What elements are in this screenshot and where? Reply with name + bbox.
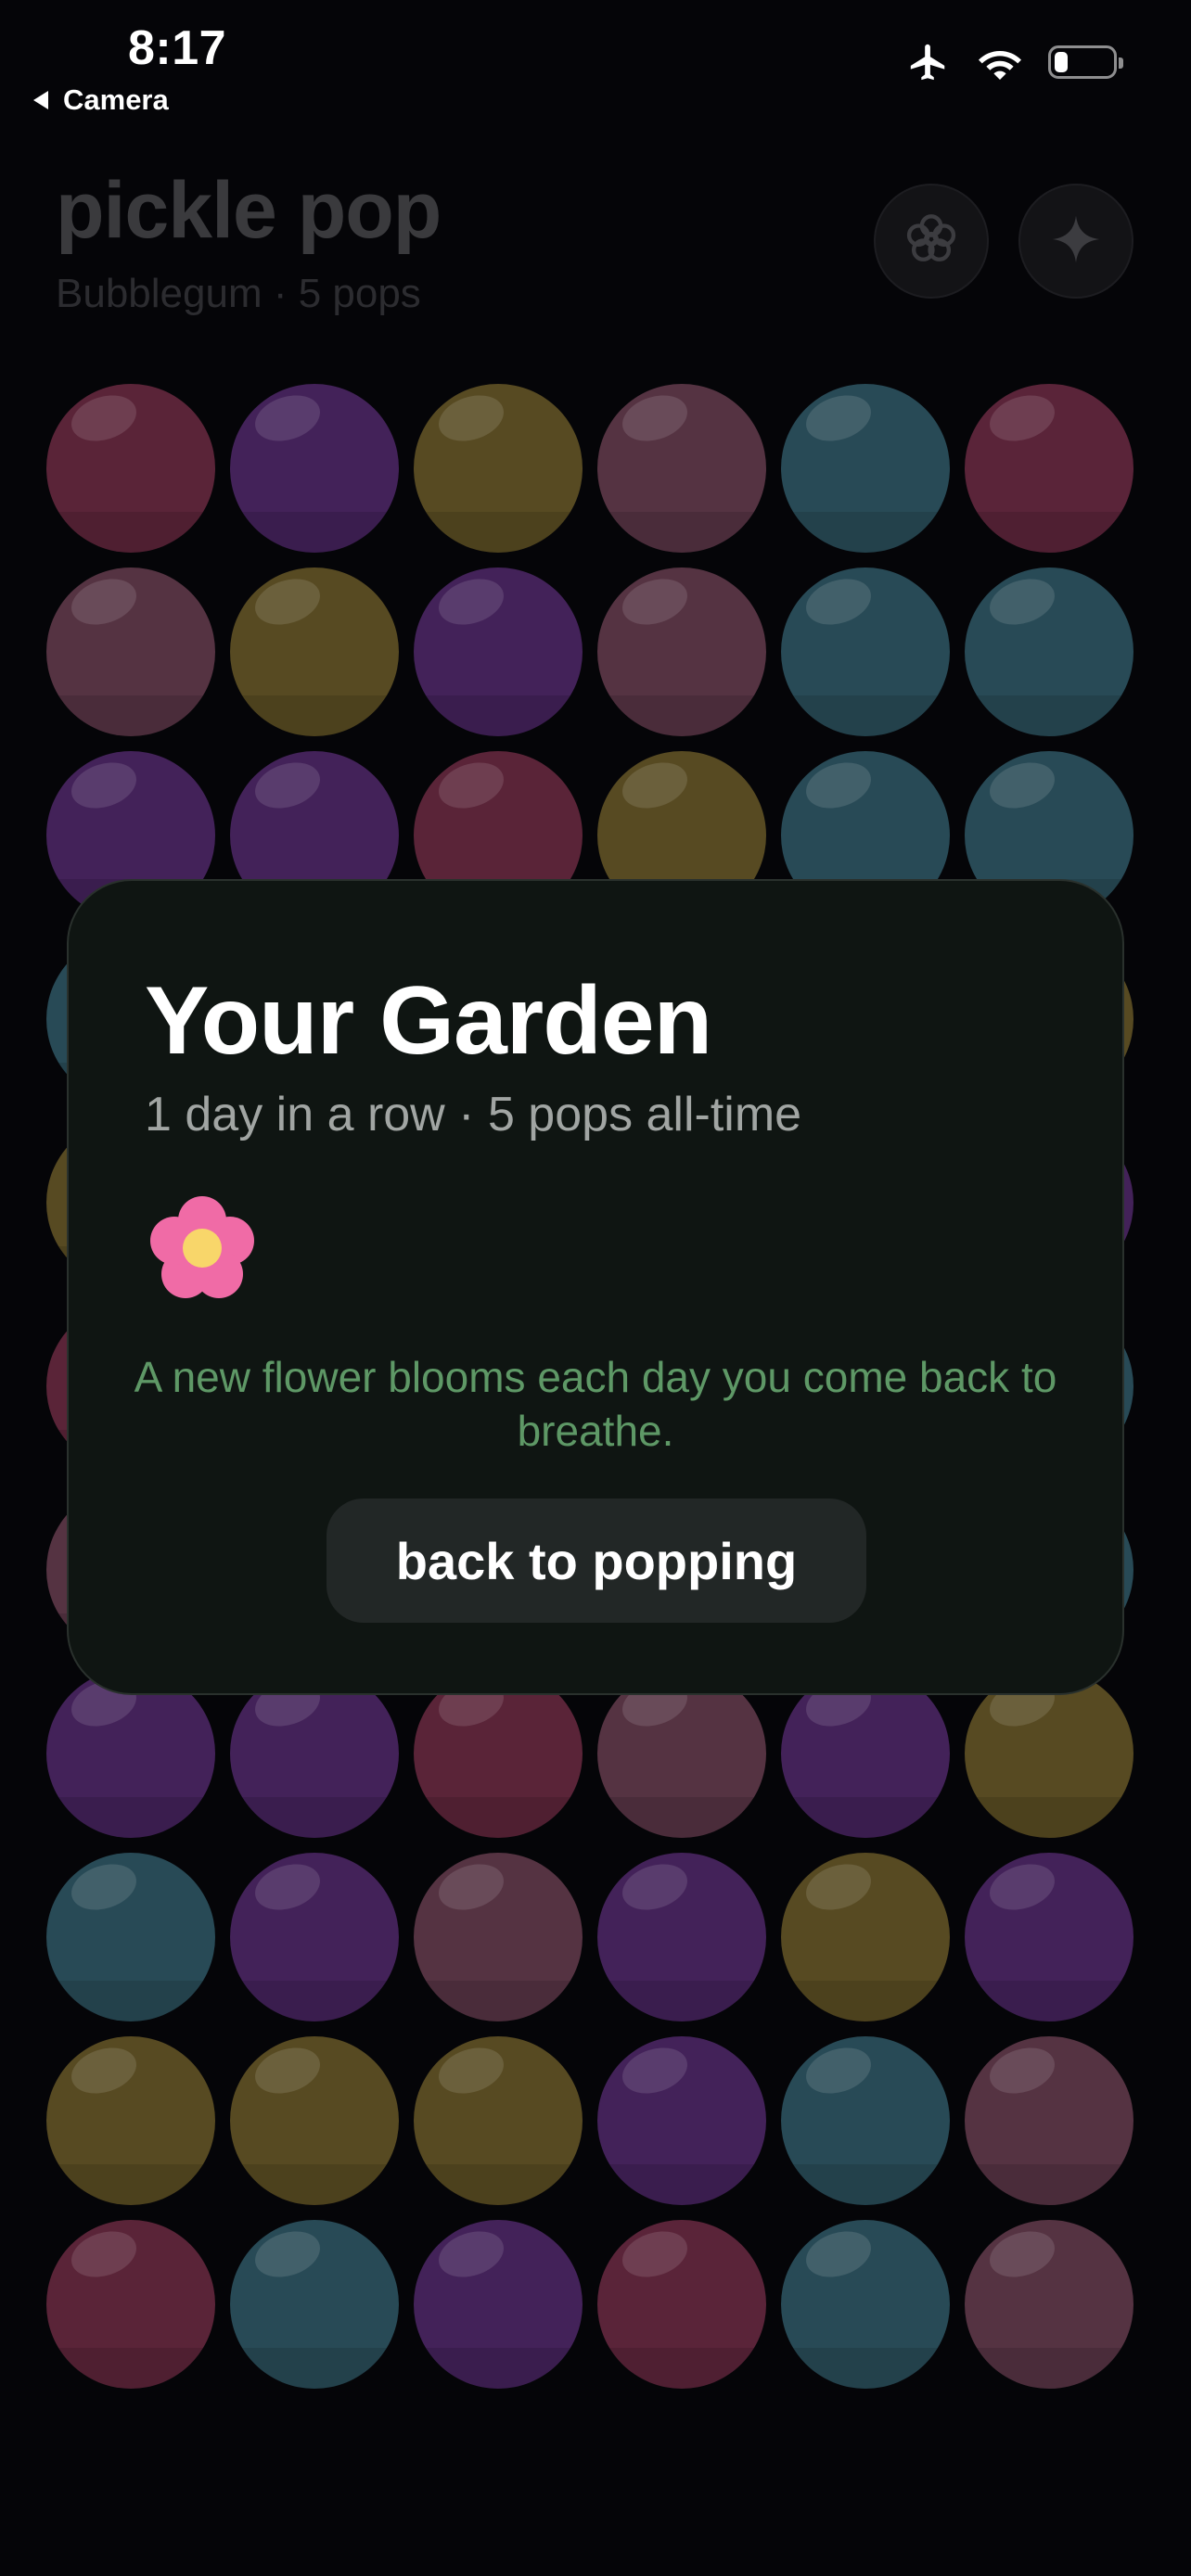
bubble[interactable] — [781, 567, 950, 736]
flower-icon — [145, 1191, 260, 1306]
bubble[interactable] — [46, 2220, 215, 2389]
bubble[interactable] — [414, 384, 583, 553]
bubble[interactable] — [230, 1853, 399, 2021]
bubble[interactable] — [781, 1853, 950, 2021]
bubble[interactable] — [781, 2036, 950, 2205]
back-arrow-icon — [33, 91, 48, 109]
bubble[interactable] — [781, 2220, 950, 2389]
bubble[interactable] — [965, 567, 1133, 736]
back-to-popping-button[interactable]: back to popping — [327, 1498, 866, 1623]
bubble[interactable] — [414, 1853, 583, 2021]
bubble[interactable] — [965, 2220, 1133, 2389]
bubble[interactable] — [597, 567, 766, 736]
garden-modal: Your Garden 1 day in a row · 5 pops all-… — [67, 879, 1124, 1695]
bubble[interactable] — [965, 2036, 1133, 2205]
app-subtitle: Bubblegum · 5 pops — [56, 271, 421, 316]
bubble[interactable] — [597, 384, 766, 553]
bubble[interactable] — [46, 2036, 215, 2205]
bubble[interactable] — [46, 384, 215, 553]
bubble[interactable] — [230, 567, 399, 736]
airplane-icon — [905, 41, 952, 83]
modal-subtitle: 1 day in a row · 5 pops all-time — [145, 1088, 802, 1141]
bubble[interactable] — [46, 1853, 215, 2021]
flower-icon — [904, 212, 958, 271]
bubble[interactable] — [597, 2036, 766, 2205]
sparkle-icon — [1050, 213, 1102, 270]
bubble[interactable] — [230, 2036, 399, 2205]
modal-message: A new flower blooms each day you come ba… — [134, 1353, 1057, 1455]
bubble[interactable] — [414, 567, 583, 736]
bubble[interactable] — [597, 1853, 766, 2021]
bubble[interactable] — [965, 384, 1133, 553]
app-title: pickle pop — [56, 166, 442, 255]
bubble[interactable] — [965, 1853, 1133, 2021]
garden-button[interactable] — [874, 184, 989, 299]
status-time: 8:17 — [128, 21, 227, 75]
bubble[interactable] — [230, 2220, 399, 2389]
back-to-camera-link[interactable]: Camera — [33, 83, 169, 117]
sparkle-button[interactable] — [1018, 184, 1133, 299]
bubble[interactable] — [414, 2220, 583, 2389]
status-icons — [905, 41, 1123, 83]
wifi-icon — [976, 44, 1024, 81]
bubble[interactable] — [414, 2036, 583, 2205]
bubble[interactable] — [597, 2220, 766, 2389]
modal-title: Your Garden — [145, 967, 712, 1075]
bubble[interactable] — [781, 384, 950, 553]
bubble[interactable] — [46, 567, 215, 736]
bubble[interactable] — [230, 384, 399, 553]
back-link-label: Camera — [63, 83, 169, 116]
battery-icon — [1048, 45, 1123, 79]
